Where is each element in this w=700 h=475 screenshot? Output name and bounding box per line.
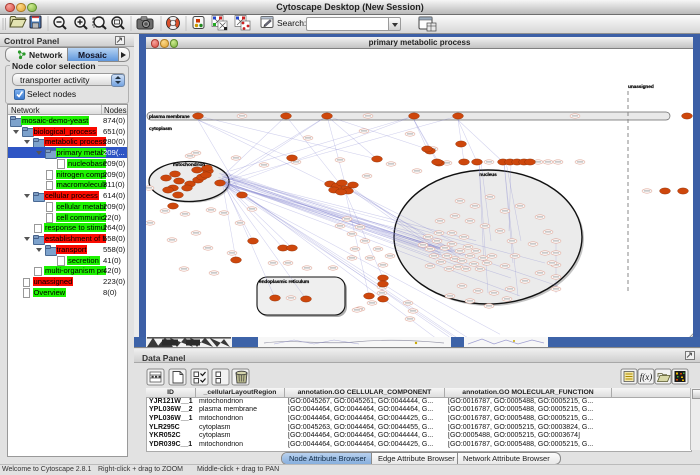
svg-text:mitochondrion: mitochondrion <box>173 162 205 168</box>
svg-text:plasma membrane: plasma membrane <box>149 114 190 120</box>
svg-text:nucleus: nucleus <box>479 172 497 178</box>
svg-text:cytoplasm: cytoplasm <box>149 126 172 132</box>
svg-text:endoplasmic reticulum: endoplasmic reticulum <box>259 279 309 285</box>
svg-text:unassigned: unassigned <box>628 84 654 90</box>
svg-text:f(x): f(x) <box>640 372 653 382</box>
